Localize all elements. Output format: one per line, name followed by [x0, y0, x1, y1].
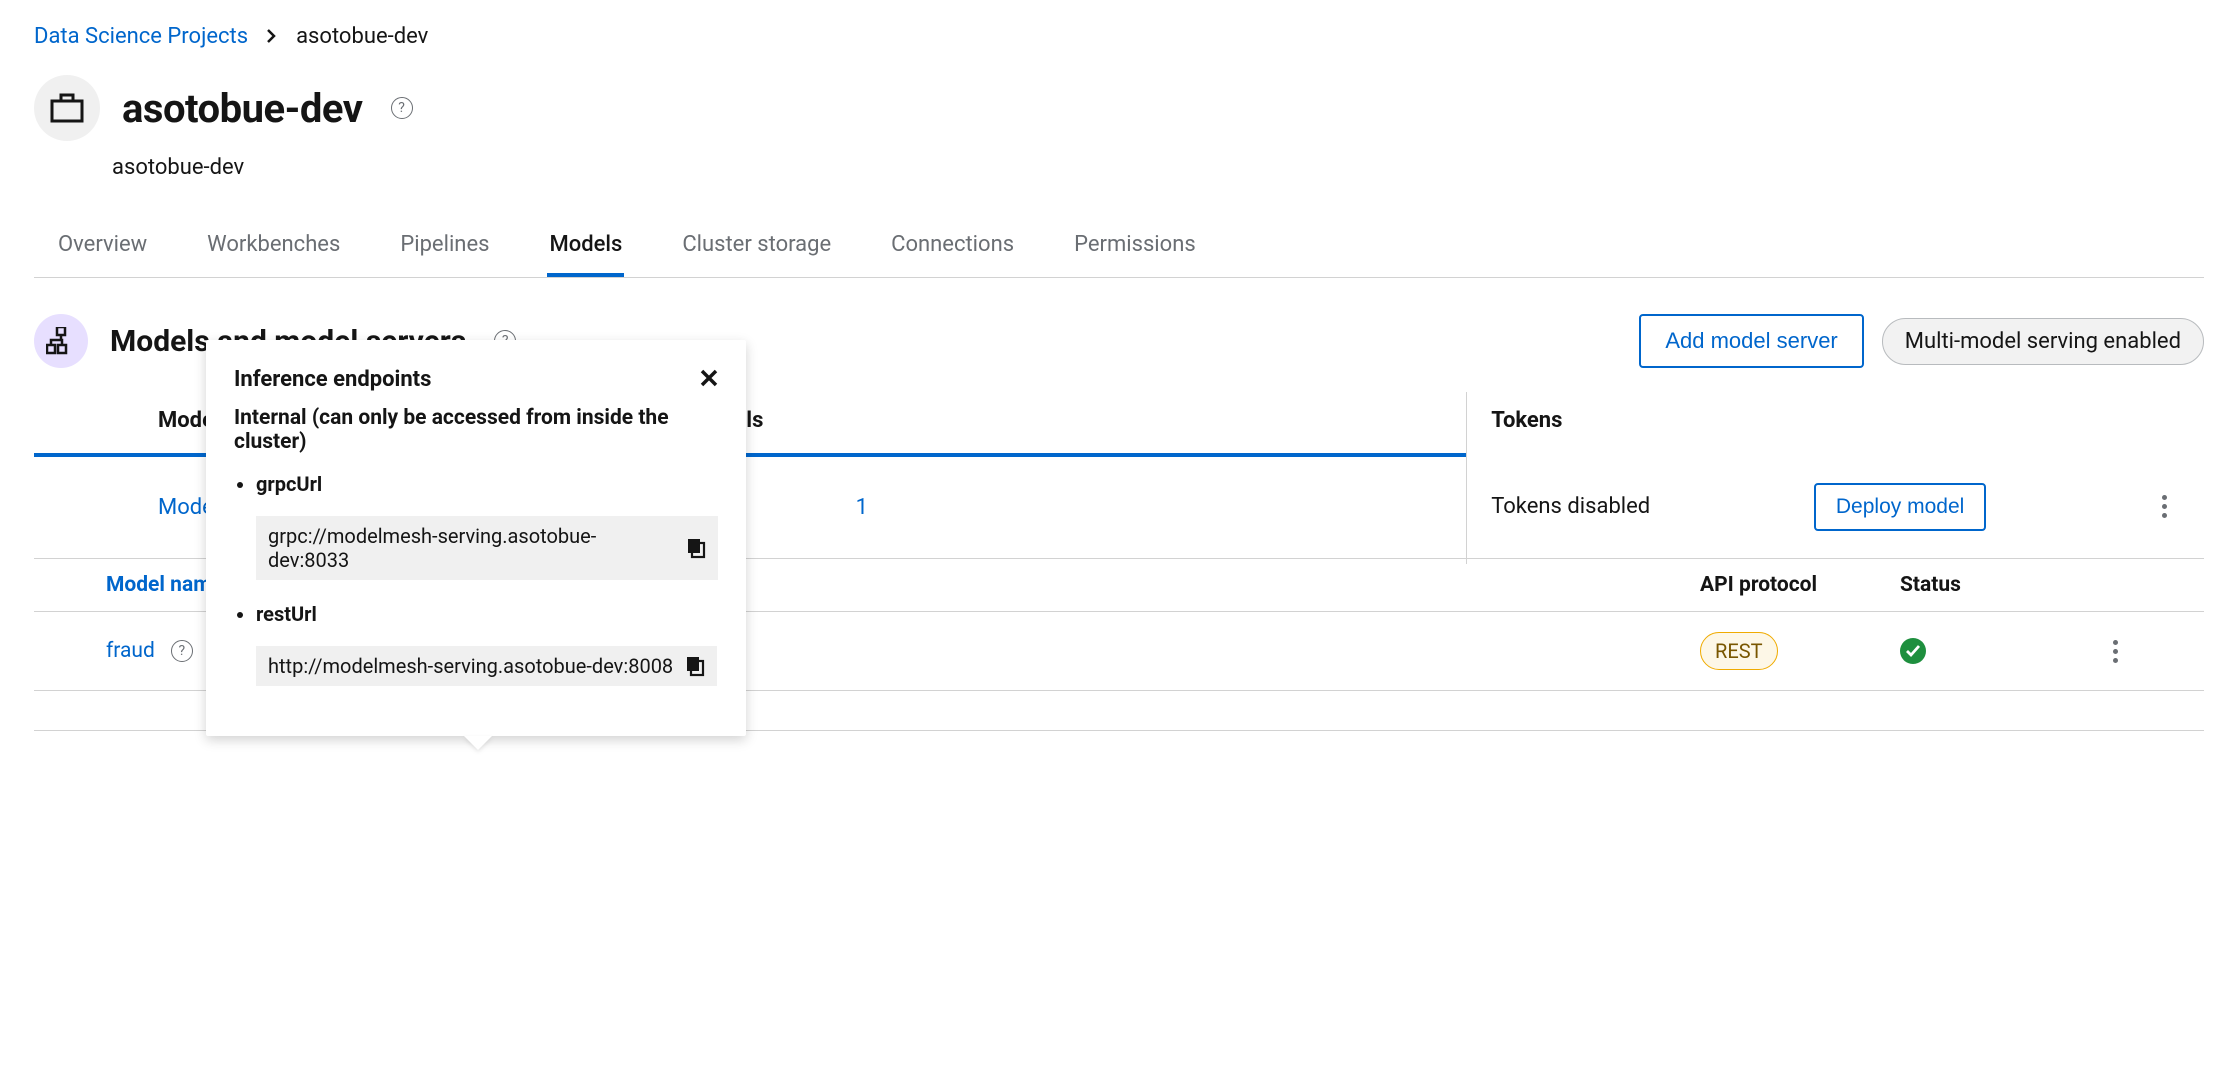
- model-servers-icon: [34, 314, 88, 368]
- serving-mode-badge: Multi-model serving enabled: [1882, 318, 2204, 365]
- help-icon[interactable]: ?: [391, 97, 413, 119]
- page-title-row: asotobue-dev ?: [34, 75, 2204, 141]
- model-name-link[interactable]: fraud: [106, 639, 155, 663]
- api-protocol-badge: REST: [1700, 632, 1778, 670]
- section-header-right: Add model server Multi-model serving ena…: [1639, 314, 2204, 368]
- page-title: asotobue-dev: [122, 85, 363, 132]
- project-icon: [34, 75, 100, 141]
- endpoint-list: grpcUrl grpc://modelmesh-serving.asotobu…: [234, 472, 718, 686]
- add-model-server-button[interactable]: Add model server: [1639, 314, 1863, 368]
- endpoint-url: grpc://modelmesh-serving.asotobue-dev:80…: [268, 524, 674, 572]
- close-icon[interactable]: [700, 364, 718, 394]
- popover-header: Inference endpoints: [234, 364, 718, 394]
- model-kebab-menu[interactable]: [2100, 636, 2130, 666]
- tab-permissions[interactable]: Permissions: [1072, 220, 1198, 277]
- page-subtitle: asotobue-dev: [112, 155, 2204, 180]
- tab-models[interactable]: Models: [547, 220, 624, 277]
- popover-subtitle: Internal (can only be accessed from insi…: [234, 406, 718, 454]
- col-tokens: Tokens: [1467, 392, 2204, 449]
- col-status: Status: [1900, 573, 2100, 597]
- tab-pipelines[interactable]: Pipelines: [398, 220, 491, 277]
- breadcrumb: Data Science Projects asotobue-dev: [34, 24, 2204, 49]
- tab-overview[interactable]: Overview: [56, 220, 149, 277]
- page: Data Science Projects asotobue-dev asoto…: [0, 0, 2238, 811]
- endpoint-item-grpc: grpcUrl grpc://modelmesh-serving.asotobu…: [256, 472, 718, 580]
- tab-cluster-storage[interactable]: Cluster storage: [680, 220, 833, 277]
- breadcrumb-root-link[interactable]: Data Science Projects: [34, 24, 248, 49]
- popover-arrow: [464, 736, 492, 750]
- endpoint-url-chip: grpc://modelmesh-serving.asotobue-dev:80…: [256, 516, 718, 580]
- help-icon[interactable]: ?: [171, 640, 193, 662]
- endpoint-item-rest: restUrl http://modelmesh-serving.asotobu…: [256, 602, 718, 686]
- copy-icon[interactable]: [686, 537, 706, 559]
- endpoint-label: restUrl: [256, 602, 718, 626]
- tabs: Overview Workbenches Pipelines Models Cl…: [34, 220, 2204, 278]
- tab-connections[interactable]: Connections: [889, 220, 1016, 277]
- endpoint-url-chip: http://modelmesh-serving.asotobue-dev:80…: [256, 646, 717, 686]
- tab-workbenches[interactable]: Workbenches: [205, 220, 342, 277]
- breadcrumb-current: asotobue-dev: [296, 24, 428, 49]
- status-ok-icon: [1900, 638, 1926, 664]
- endpoint-url: http://modelmesh-serving.asotobue-dev:80…: [268, 654, 673, 678]
- copy-icon[interactable]: [685, 655, 705, 677]
- deployed-count-link[interactable]: 1: [856, 495, 868, 520]
- popover-title: Inference endpoints: [234, 367, 431, 392]
- col-api-protocol: API protocol: [1700, 573, 1900, 597]
- endpoint-label: grpcUrl: [256, 472, 718, 496]
- chevron-right-icon: [266, 25, 278, 49]
- inference-endpoints-popover: Inference endpoints Internal (can only b…: [206, 340, 746, 736]
